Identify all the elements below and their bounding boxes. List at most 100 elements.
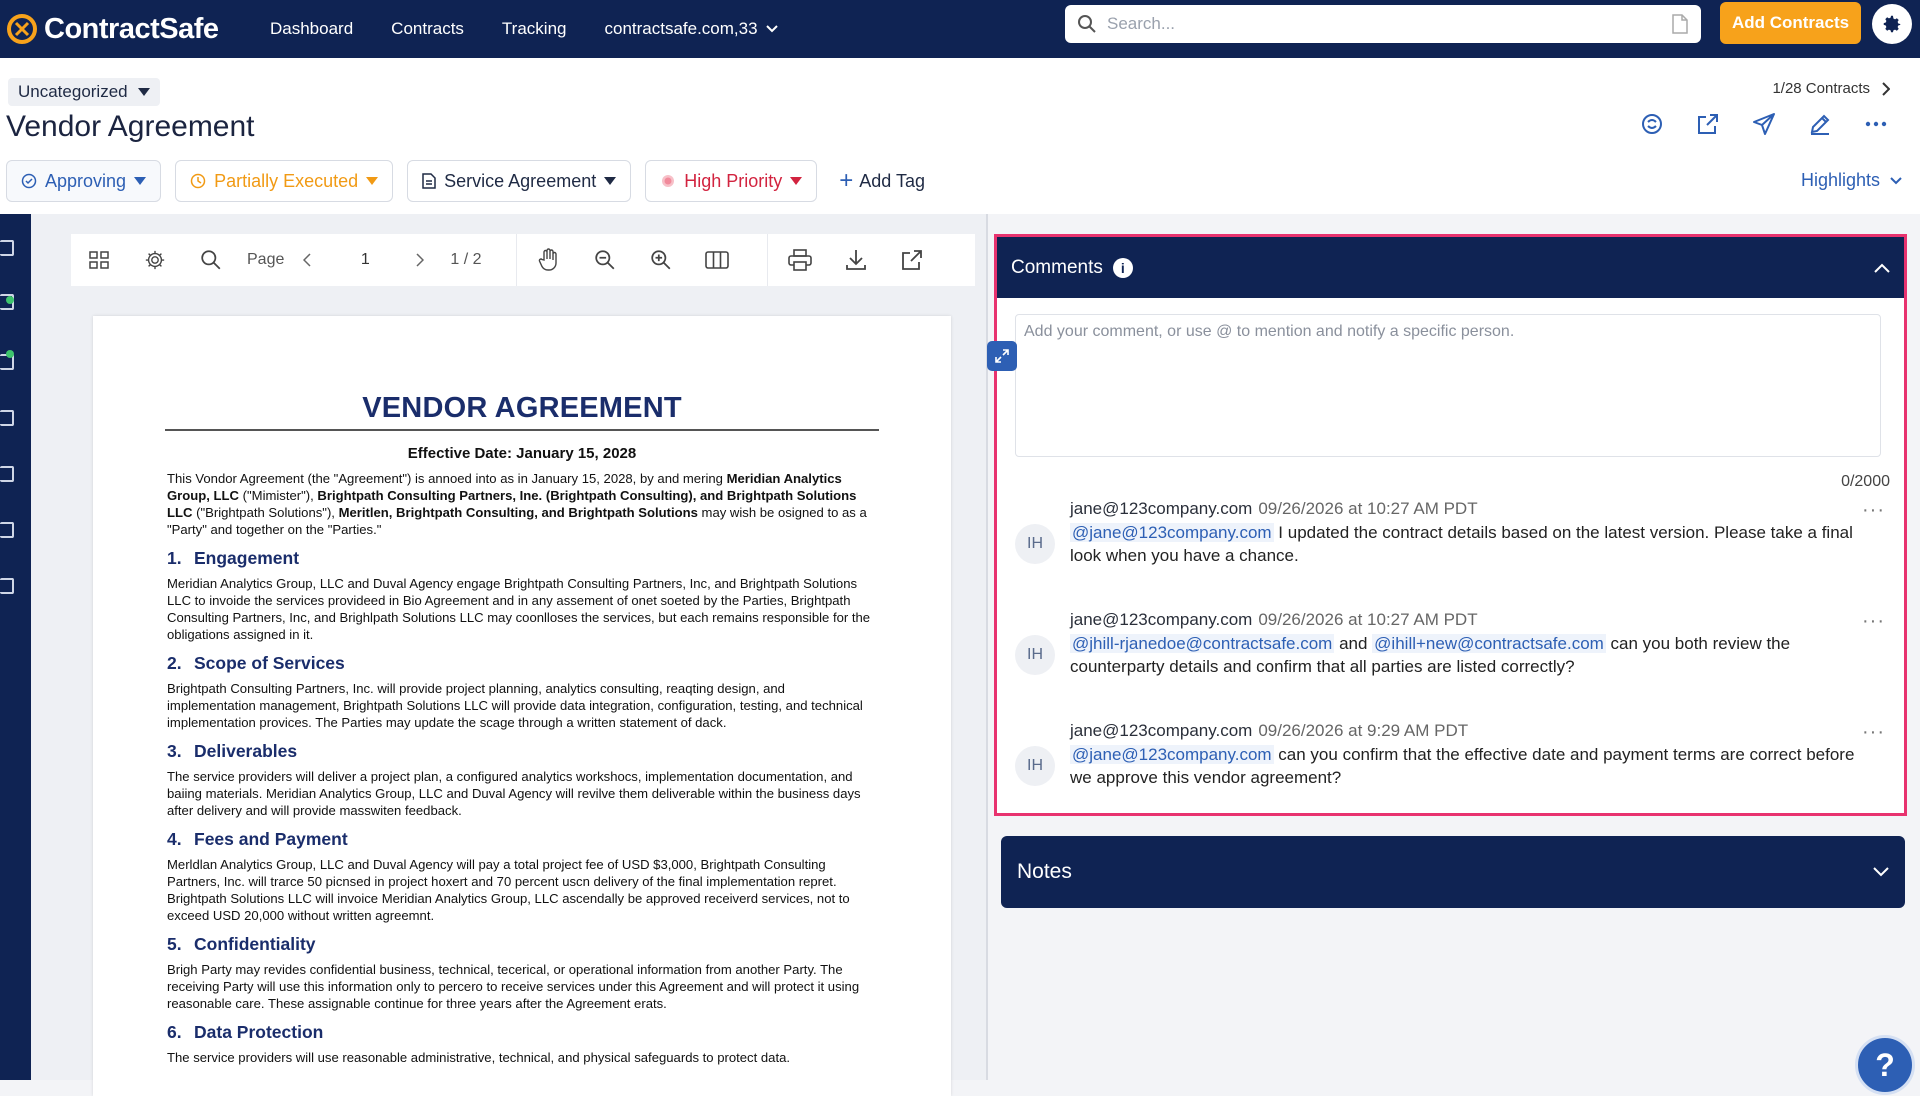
comment-more-icon[interactable]: ···: [1862, 499, 1885, 522]
search-icon[interactable]: [183, 249, 239, 271]
comment-author[interactable]: jane@123company.com: [1070, 610, 1252, 629]
avatar: IH: [1015, 524, 1055, 564]
section-body: The service providers will use reasonabl…: [167, 1050, 791, 1065]
download-icon[interactable]: [828, 249, 884, 271]
avatar: IH: [1015, 635, 1055, 675]
top-navbar: ContractSafe Dashboard Contracts Trackin…: [0, 0, 1920, 58]
comments-title: Comments: [1011, 256, 1103, 278]
comment-body: @jhill-rjanedoe@contractsafe.com and @ih…: [1070, 632, 1870, 678]
comment-timestamp: 09/26/2026 at 9:29 AM PDT: [1258, 721, 1469, 740]
toolbar-divider: [766, 234, 768, 286]
rail-item-files[interactable]: [0, 410, 14, 426]
comment-meta: jane@123company.com 09/26/2026 at 10:27 A…: [1070, 610, 1478, 630]
priority-label: High Priority: [684, 170, 783, 191]
help-button[interactable]: ?: [1855, 1035, 1915, 1095]
mention-link[interactable]: @ihill+new@contractsafe.com: [1372, 634, 1606, 653]
caret-down-icon: [604, 177, 617, 185]
contract-counter[interactable]: 1/28 Contracts: [1772, 80, 1890, 97]
chevron-down-icon: [1890, 176, 1902, 184]
gear-icon: [1883, 15, 1901, 33]
comment-input-box: [1015, 314, 1881, 457]
page-title: Vendor Agreement: [6, 110, 255, 143]
account-name: contractsafe.com,33: [604, 19, 758, 38]
section-title: Data Protection: [194, 1022, 324, 1042]
logo-icon: [7, 14, 37, 44]
chevron-left-icon[interactable]: [284, 253, 330, 267]
comment-more-icon[interactable]: ···: [1862, 610, 1885, 633]
section-body: The service providers will deliver a pro…: [167, 769, 861, 818]
notes-panel-header[interactable]: Notes: [1001, 836, 1905, 908]
mention-link[interactable]: @jhill-rjanedoe@contractsafe.com: [1070, 634, 1335, 653]
rail-item-document[interactable]: [0, 240, 14, 256]
comment-text: and: [1334, 634, 1373, 653]
chevron-right-icon[interactable]: [400, 253, 440, 267]
zoom-out-icon[interactable]: [577, 249, 633, 271]
comment-input[interactable]: [1024, 323, 1872, 448]
add-tag-button[interactable]: + Add Tag: [839, 167, 925, 195]
open-external-icon[interactable]: [884, 249, 940, 271]
nav-contracts[interactable]: Contracts: [391, 19, 464, 39]
check-circle-icon: [21, 173, 37, 189]
document-search-icon[interactable]: [1671, 14, 1689, 34]
comment-meta: jane@123company.com 09/26/2026 at 9:29 AM…: [1070, 721, 1468, 741]
more-options-icon[interactable]: [1848, 112, 1904, 136]
chevron-up-icon[interactable]: [1874, 263, 1890, 273]
rail-item-notes[interactable]: [0, 578, 14, 594]
intro-text: ("Brightpath Solutions"),: [192, 505, 339, 520]
brand-logo[interactable]: ContractSafe: [6, 13, 246, 46]
section-heading: 4. Fees and Payment: [167, 829, 877, 850]
mention-link[interactable]: @jane@123company.com: [1070, 745, 1274, 764]
two-page-view-icon[interactable]: [689, 250, 745, 270]
contract-type-chip[interactable]: Service Agreement: [407, 160, 632, 202]
comments-header[interactable]: Comments i: [997, 237, 1904, 298]
info-icon[interactable]: i: [1112, 257, 1133, 278]
chat-icon[interactable]: [1624, 112, 1680, 136]
settings-button[interactable]: [1872, 4, 1912, 44]
section-heading: 3. Deliverables: [167, 741, 877, 762]
comment-author[interactable]: jane@123company.com: [1070, 499, 1252, 518]
send-icon[interactable]: [1736, 112, 1792, 136]
section-title: Confidentiality: [194, 934, 316, 954]
add-contracts-button[interactable]: Add Contracts: [1720, 2, 1861, 44]
contract-header: Uncategorized Vendor Agreement 1/28 Cont…: [0, 58, 1920, 214]
execution-status-chip[interactable]: Partially Executed: [175, 160, 394, 202]
expand-editor-button[interactable]: [987, 341, 1017, 371]
comment-more-icon[interactable]: ···: [1862, 721, 1885, 744]
folder-dropdown[interactable]: Uncategorized: [8, 78, 160, 106]
party-name: Meritlen, Brightpath Consulting, and Bri…: [338, 505, 698, 520]
section-heading: 5. Confidentiality: [167, 934, 877, 955]
section-number: 5.: [167, 934, 182, 954]
execution-status-label: Partially Executed: [214, 170, 359, 191]
pencil-icon[interactable]: [1792, 112, 1848, 136]
priority-chip[interactable]: High Priority: [645, 160, 818, 202]
nav-tracking[interactable]: Tracking: [502, 19, 567, 39]
comment-timestamp: 09/26/2026 at 10:27 AM PDT: [1258, 610, 1478, 629]
approval-status-chip[interactable]: Approving: [6, 160, 162, 202]
section-heading: 1. Engagement: [167, 548, 877, 569]
nav-dashboard[interactable]: Dashboard: [270, 19, 353, 39]
section-number: 2.: [167, 653, 182, 673]
rail-item-reports[interactable]: [0, 522, 14, 538]
document-page: VENDOR AGREEMENT Effective Date: January…: [93, 316, 951, 1096]
section-number: 6.: [167, 1022, 182, 1042]
external-link-icon[interactable]: [1680, 112, 1736, 136]
section-body: Meridian Analytics Group, LLC and Duval …: [167, 576, 871, 642]
thumbnails-icon[interactable]: [71, 250, 127, 270]
comments-panel: Comments i 0/2000 IH jane@123company.com…: [987, 234, 1907, 816]
settings-gear-icon[interactable]: [127, 249, 183, 271]
account-switcher[interactable]: contractsafe.com,33: [604, 19, 778, 39]
plus-icon: +: [839, 167, 854, 194]
highlights-toggle[interactable]: Highlights: [1801, 170, 1902, 191]
page-number-input[interactable]: [330, 245, 401, 275]
section-number: 4.: [167, 829, 182, 849]
section-title: Scope of Services: [194, 653, 345, 673]
comment-author[interactable]: jane@123company.com: [1070, 721, 1252, 740]
mention-link[interactable]: @jane@123company.com: [1070, 523, 1274, 542]
zoom-in-icon[interactable]: [633, 249, 689, 271]
print-icon[interactable]: [772, 249, 828, 271]
page-total: 1 / 2: [450, 251, 482, 268]
search-input[interactable]: [1107, 14, 1671, 34]
rail-item-tasks[interactable]: [0, 466, 14, 482]
pan-hand-icon[interactable]: [521, 248, 577, 272]
section-number: 3.: [167, 741, 182, 761]
